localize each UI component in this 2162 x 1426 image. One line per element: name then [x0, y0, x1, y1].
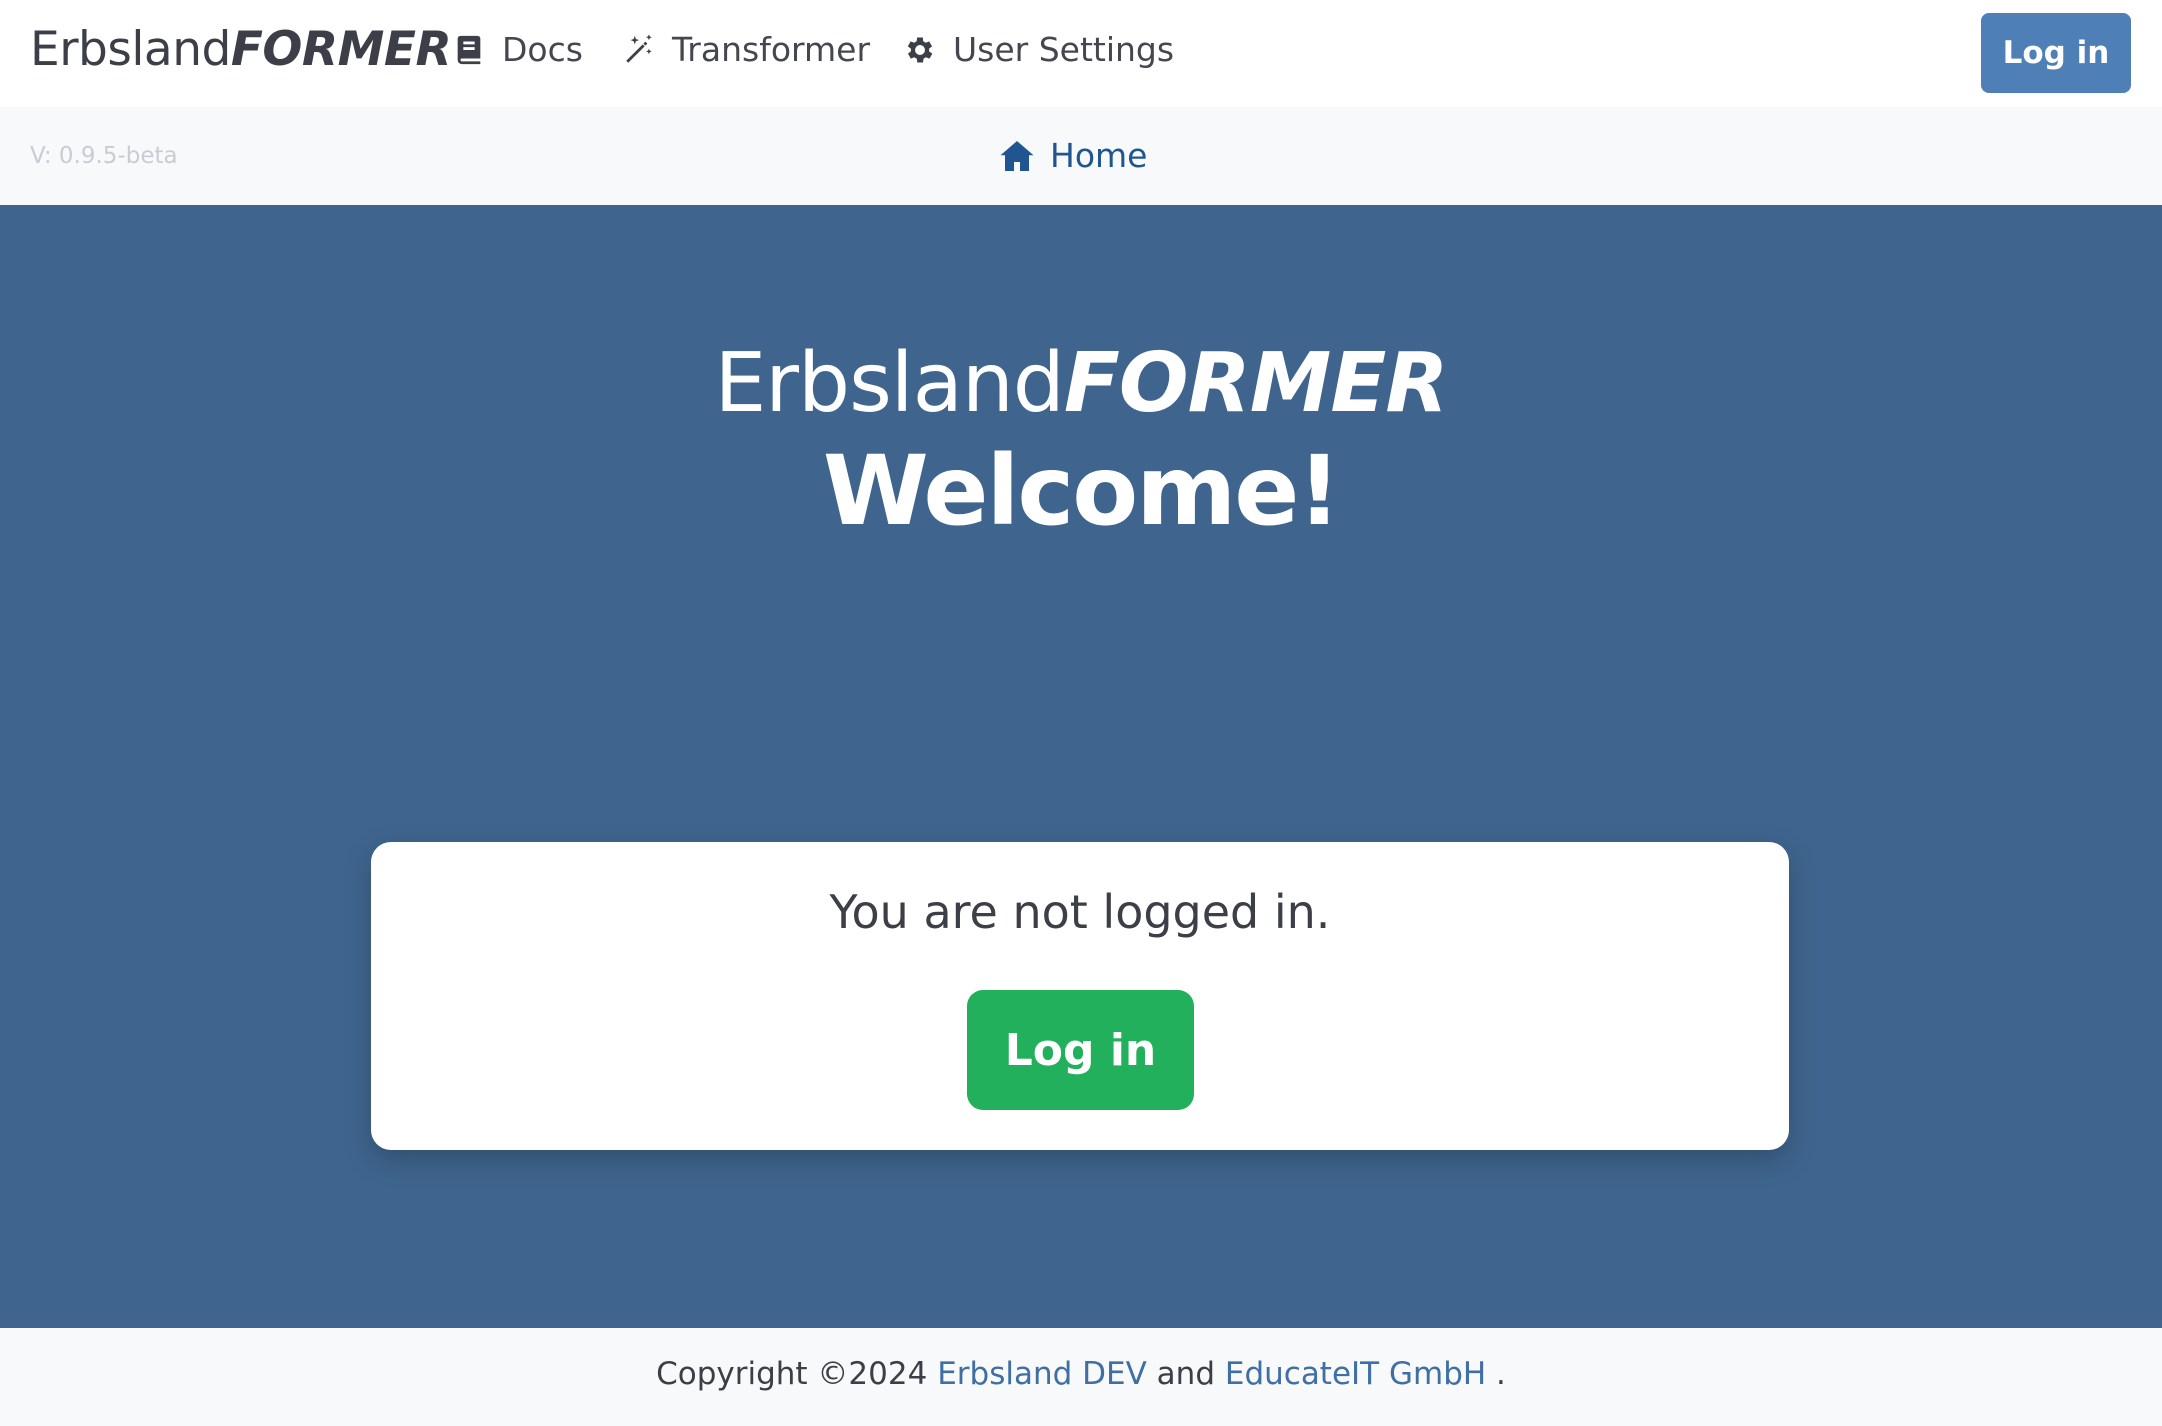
- login-button-header[interactable]: Log in: [1981, 13, 2131, 93]
- gear-icon: [907, 37, 933, 62]
- login-button-main[interactable]: Log in: [967, 990, 1194, 1110]
- copyright-text: Copyright ©2024: [656, 1356, 928, 1392]
- login-card: You are not logged in. Log in: [371, 842, 1789, 1150]
- nav-user-settings-label: User Settings: [953, 30, 1175, 69]
- top-navbar: ErbslandFORMER Docs Transformer User Set…: [0, 0, 2162, 107]
- nav-user-settings[interactable]: User Settings: [903, 30, 1174, 69]
- footer-copyright: Copyright ©2024 Erbsland DEV and Educate…: [0, 1356, 2162, 1392]
- period-text: .: [1496, 1356, 1506, 1392]
- home-icon: [1000, 140, 1034, 171]
- magic-wand-icon: [626, 33, 652, 63]
- hero-brand-regular: Erbsland: [714, 336, 1065, 431]
- educateit-link[interactable]: EducateIT GmbH: [1225, 1356, 1486, 1392]
- and-text: and: [1156, 1356, 1215, 1392]
- book-icon: [457, 35, 481, 64]
- version-label: V: 0.9.5-beta: [30, 143, 178, 169]
- nav-docs-label: Docs: [502, 30, 583, 69]
- breadcrumb-home[interactable]: Home: [998, 136, 1147, 175]
- brand-regular: Erbsland: [30, 22, 231, 77]
- erbsland-dev-link[interactable]: Erbsland DEV: [937, 1356, 1147, 1392]
- nav-transformer-label: Transformer: [672, 30, 871, 69]
- hero-brand-bold: FORMER: [1063, 336, 1449, 431]
- not-logged-in-message: You are not logged in.: [829, 885, 1331, 939]
- welcome-heading: Welcome!: [822, 435, 1341, 547]
- nav-docs[interactable]: Docs: [452, 30, 583, 69]
- brand-bold: FORMER: [230, 22, 452, 77]
- brand-logo[interactable]: ErbslandFORMER: [30, 22, 452, 77]
- home-label: Home: [1050, 136, 1148, 175]
- nav-transformer[interactable]: Transformer: [622, 30, 870, 69]
- hero-section: ErbslandFORMER Welcome! You are not logg…: [0, 205, 2162, 1328]
- hero-brand-title: ErbslandFORMER: [0, 336, 2162, 431]
